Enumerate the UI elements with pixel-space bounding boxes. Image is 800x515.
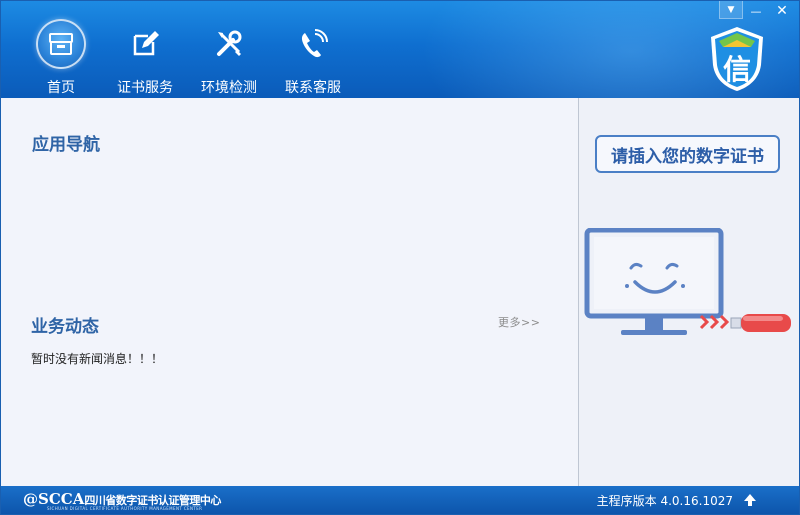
logo-text: 信: [723, 53, 751, 86]
version-text: 主程序版本 4.0.16.1027: [596, 494, 733, 508]
nav-env-check-label: 环境检测: [201, 80, 257, 96]
side-panel: 请插入您的数字证书: [579, 98, 799, 486]
org-logo: @SCCA四川省数字证书认证管理中心 SICHUAN DIGITAL CERTI…: [23, 490, 221, 511]
header-bar: 首页 证书服务 环境检测 联系客服 ▼ — ✕ 信: [1, 1, 799, 98]
minimize-button[interactable]: —: [743, 1, 769, 21]
phone-icon: [288, 19, 338, 69]
nav-home-label: 首页: [47, 80, 75, 96]
nav-cert-service-label: 证书服务: [117, 80, 173, 96]
app-nav-title: 应用导航: [32, 135, 100, 155]
edit-icon: [120, 19, 170, 69]
upgrade-arrow-icon[interactable]: [743, 493, 757, 507]
menu-dropdown-button[interactable]: ▼: [719, 1, 743, 19]
archive-box-icon: [36, 19, 86, 69]
shield-logo-icon: 信: [711, 27, 763, 91]
footer-bar: @SCCA四川省数字证书认证管理中心 SICHUAN DIGITAL CERTI…: [1, 486, 799, 514]
more-news-link[interactable]: 更多>>: [498, 314, 540, 330]
monitor-usb-illustration: [584, 228, 791, 335]
nav-cert-service[interactable]: 证书服务: [103, 19, 187, 97]
close-button[interactable]: ✕: [769, 1, 795, 21]
window-controls: ▼ — ✕: [719, 1, 795, 21]
nav-support[interactable]: 联系客服: [271, 19, 355, 97]
minimize-icon: —: [750, 4, 762, 18]
news-empty-message: 暂时没有新闻消息！！！: [31, 352, 164, 366]
org-name-en: SICHUAN DIGITAL CERTIFICATE AUTHORITY MA…: [47, 506, 203, 511]
nav-support-label: 联系客服: [285, 80, 341, 96]
nav-env-check[interactable]: 环境检测: [187, 19, 271, 97]
app-window: 首页 证书服务 环境检测 联系客服 ▼ — ✕ 信 应用导航 业务动态 更多>>…: [0, 0, 800, 515]
main-panel: 应用导航 业务动态 更多>> 暂时没有新闻消息！！！: [1, 98, 577, 486]
insert-cert-prompt: 请插入您的数字证书: [595, 135, 780, 173]
tools-icon: [204, 19, 254, 69]
nav-home[interactable]: 首页: [19, 19, 103, 97]
main-nav: 首页 证书服务 环境检测 联系客服: [19, 19, 355, 97]
close-icon: ✕: [776, 3, 788, 19]
news-title: 业务动态: [31, 317, 99, 337]
chevron-down-icon: ▼: [727, 4, 735, 15]
